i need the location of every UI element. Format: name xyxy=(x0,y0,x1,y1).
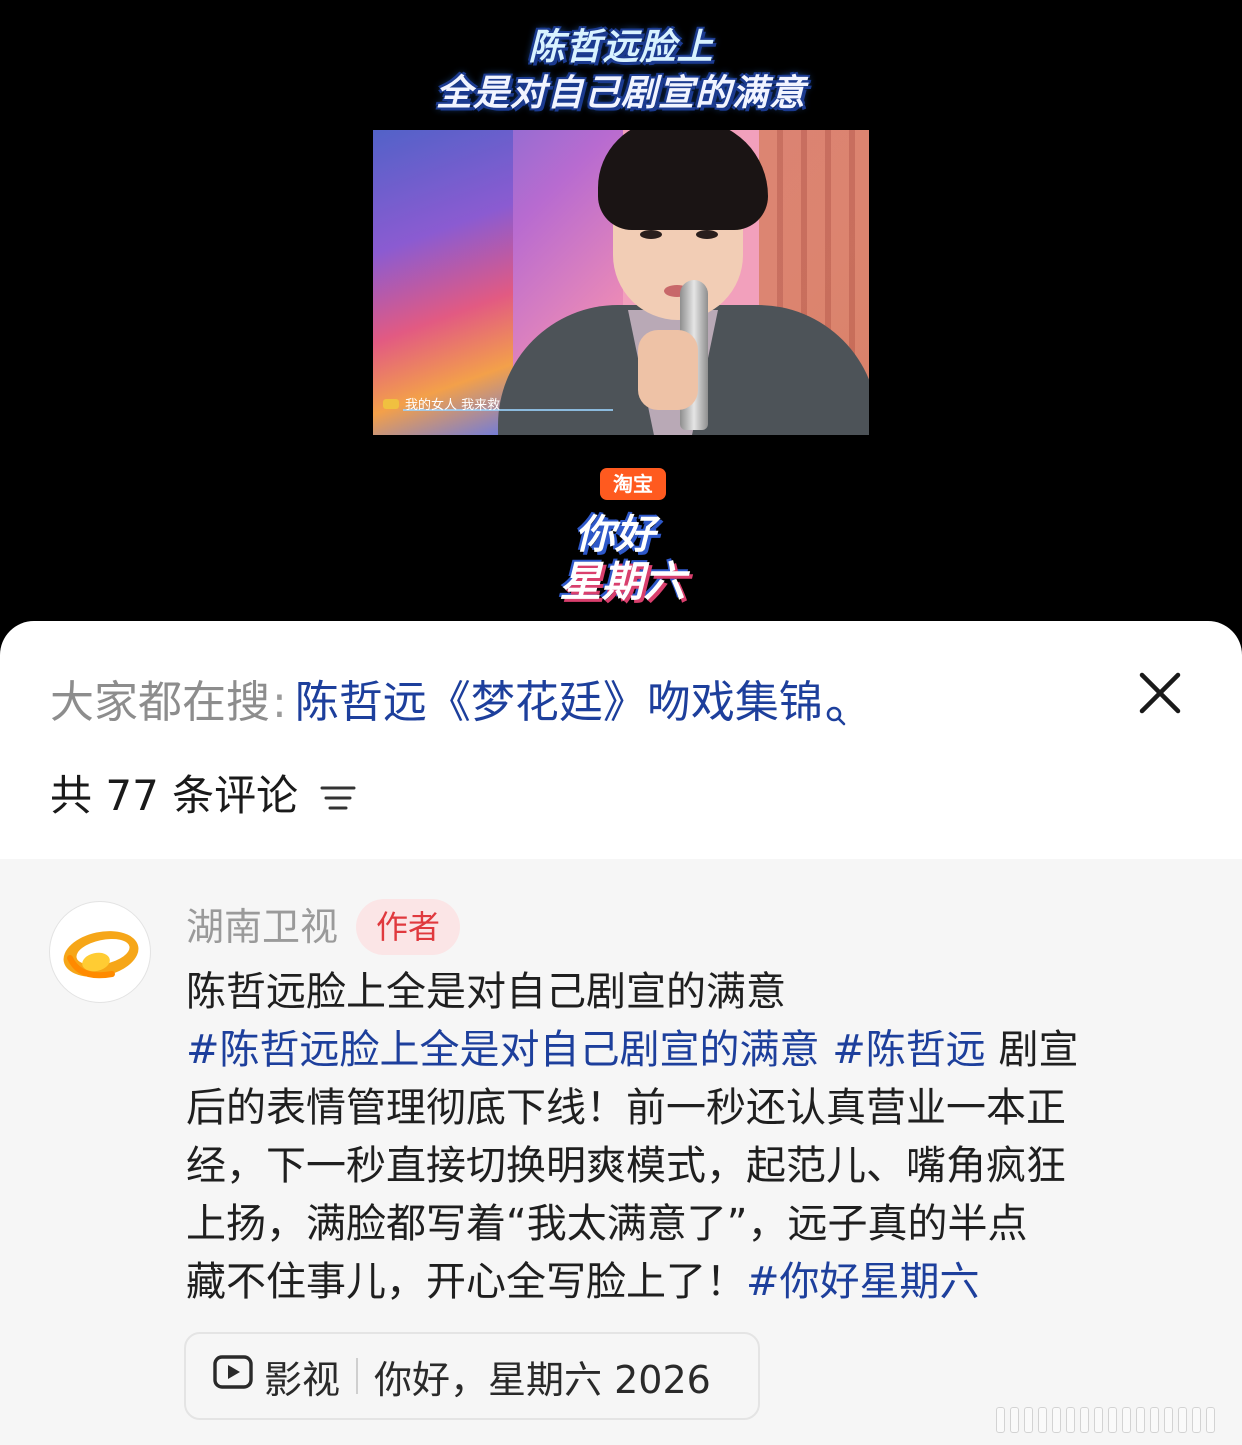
search-icon xyxy=(825,681,847,745)
comment-text: 剧宣 xyxy=(985,1027,1079,1073)
video-subtitle-text: 我的女人 我来救 xyxy=(405,398,501,413)
hashtag-link[interactable]: #陈哲远 xyxy=(832,1027,986,1073)
comment-author[interactable]: 湖南卫视 xyxy=(186,899,338,955)
trending-search-separator: : xyxy=(272,677,287,728)
close-icon[interactable] xyxy=(1134,667,1186,719)
show-logo-line2: 星期六 xyxy=(559,557,686,606)
sort-icon[interactable] xyxy=(320,769,356,829)
comment-text: 藏不住事儿，开心全写脸上了！ xyxy=(186,1259,746,1305)
video-title-line2: 全是对自己剧宣的满意 xyxy=(435,73,806,114)
trending-search-query[interactable]: 陈哲远《梦花廷》吻戏集锦 xyxy=(295,677,823,728)
taobao-badge: 淘宝 xyxy=(600,468,666,500)
hunan-tv-logo-icon xyxy=(63,931,139,979)
video-card-category: 影视 xyxy=(264,1357,341,1402)
comment-line: 后的表情管理彻底下线！前一秒还认真营业一本正 xyxy=(186,1085,1066,1131)
subtitle-tag-icon xyxy=(383,398,399,409)
video-card-show: 你好，星期六 2026 xyxy=(374,1357,711,1402)
hashtag-link[interactable]: #你好星期六 xyxy=(746,1259,980,1305)
video-frame: 我的女人 我来救 xyxy=(373,130,869,435)
video-title-line1: 陈哲远脸上 xyxy=(528,27,714,68)
comment-body: 陈哲远脸上全是对自己剧宣的满意 #陈哲远脸上全是对自己剧宣的满意 #陈哲远 剧宣… xyxy=(186,963,1186,1311)
divider xyxy=(356,1358,359,1394)
avatar[interactable] xyxy=(49,901,151,1003)
comment-count: 共 77 条评论 xyxy=(50,771,299,820)
comments-panel: 大家都在搜: 陈哲远《梦花廷》吻戏集锦 共 77 条评论 湖南卫视 作者 陈哲远脸… xyxy=(0,621,1242,1445)
comment-line: 上扬，满脸都写着“我太满意了”，远子真的半点 xyxy=(186,1201,1028,1247)
video-source-card[interactable]: 影视 你好，星期六 2026 xyxy=(184,1332,760,1420)
trending-search[interactable]: 大家都在搜: 陈哲远《梦花廷》吻戏集锦 xyxy=(50,671,847,745)
performer xyxy=(468,130,869,435)
show-logo: 淘宝 你好 星期六 xyxy=(555,468,690,610)
trending-search-prefix: 大家都在搜 xyxy=(50,677,270,728)
comment-author-row: 湖南卫视 作者 xyxy=(186,899,461,955)
comment-line: 经，下一秒直接切换明爽模式，起范儿、嘴角疯狂 xyxy=(186,1143,1066,1189)
comment-line: 陈哲远脸上全是对自己剧宣的满意 xyxy=(186,969,786,1015)
comment-line: #陈哲远脸上全是对自己剧宣的满意 #陈哲远 剧宣 xyxy=(186,1021,1186,1079)
comment-line: 藏不住事儿，开心全写脸上了！#你好星期六 xyxy=(186,1253,1186,1311)
video-subtitle: 我的女人 我来救 xyxy=(383,394,500,413)
video-player[interactable]: 陈哲远脸上 全是对自己剧宣的满意 我的女人 我来救 淘宝 你好 星期六 xyxy=(0,0,1242,660)
author-badge: 作者 xyxy=(356,899,461,955)
comment-list: 湖南卫视 作者 陈哲远脸上全是对自己剧宣的满意 #陈哲远脸上全是对自己剧宣的满意… xyxy=(0,859,1242,1445)
play-icon xyxy=(212,1354,254,1399)
comment-count-row: 共 77 条评论 xyxy=(50,763,356,829)
watermark xyxy=(996,1404,1232,1436)
hashtag-link[interactable]: #陈哲远脸上全是对自己剧宣的满意 xyxy=(186,1027,820,1073)
